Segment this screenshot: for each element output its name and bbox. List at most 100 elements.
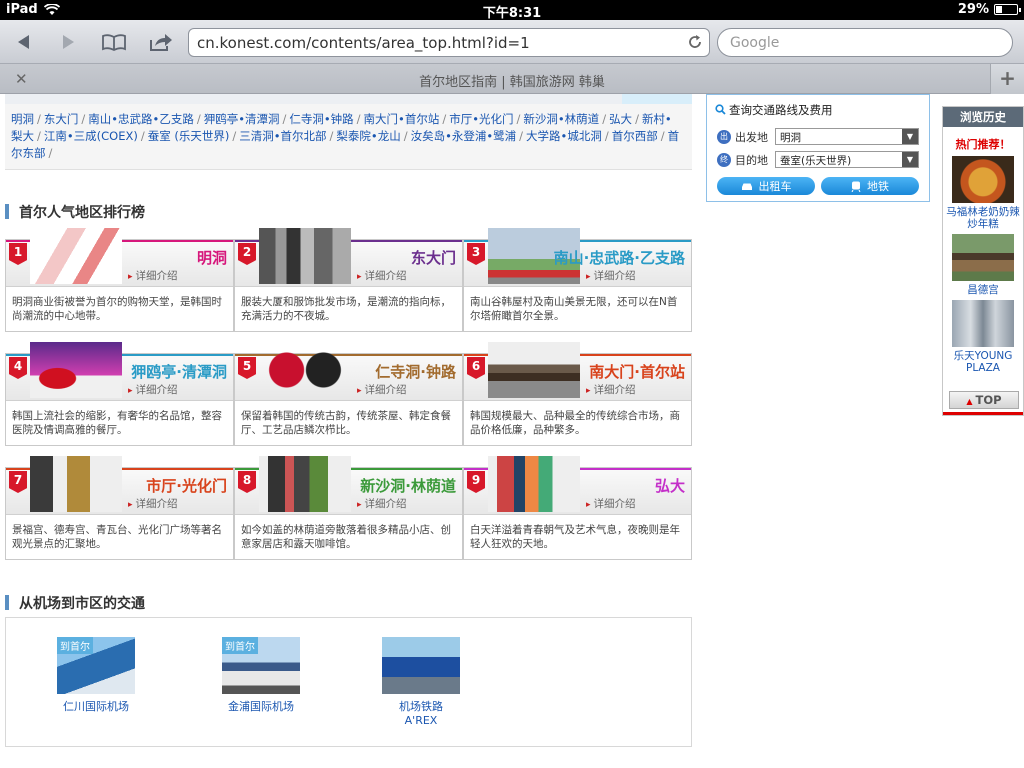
district-link[interactable]: 首尔西部	[612, 129, 658, 143]
district-description: 明洞商业街被誉为首尔的购物天堂，是韩国时尚潮流的中心地带。	[12, 296, 222, 322]
ranking-card[interactable]: 8新沙洞·林荫道详细介绍如今如盖的林荫道旁散落着很多精品小店、创意家居店和露天咖…	[234, 456, 463, 560]
district-link[interactable]: 南山•忠武路•乙支路	[88, 112, 194, 126]
transport-item[interactable]: 机场铁路 A'REX	[351, 637, 491, 728]
url-text: cn.konest.com/contents/area_top.html?id=…	[197, 34, 530, 52]
district-name[interactable]: 狎鸥亭·清潭洞	[131, 361, 227, 382]
back-arrow-icon	[18, 35, 29, 49]
detail-link[interactable]: 详细介绍	[586, 496, 636, 511]
detail-link[interactable]: 详细介绍	[128, 496, 178, 511]
tab-title[interactable]: 首尔地区指南 | 韩国旅游网 韩巢	[0, 71, 1024, 90]
district-name[interactable]: 市厅·光化门	[146, 475, 227, 496]
district-photo[interactable]	[488, 342, 580, 398]
origin-select[interactable]: 明洞 ▼	[775, 128, 919, 145]
detail-link[interactable]: 详细介绍	[357, 382, 407, 397]
destination-icon: 终	[717, 153, 731, 167]
district-photo[interactable]	[30, 228, 122, 284]
history-item[interactable]: 乐天YOUNG PLAZA	[943, 300, 1023, 374]
district-name[interactable]: 东大门	[411, 247, 456, 268]
district-link[interactable]: 新沙洞•林荫道	[523, 112, 599, 126]
district-link[interactable]: 梨泰院•龙山	[336, 129, 400, 143]
search-field[interactable]: Google	[717, 28, 1013, 57]
district-link[interactable]: 弘大	[609, 112, 632, 126]
district-description: 韩国规模最大、品种最全的传统综合市场，商品价格低廉，品种繁多。	[470, 410, 680, 436]
train-icon	[851, 181, 861, 192]
district-photo[interactable]	[488, 456, 580, 512]
history-item[interactable]: 马福林老奶奶辣炒年糕	[943, 156, 1023, 230]
tteokbokki-thumbnail[interactable]	[952, 156, 1014, 203]
ranking-card[interactable]: 1明洞详细介绍明洞商业街被誉为首尔的购物天堂，是韩国时尚潮流的中心地带。	[5, 228, 234, 332]
building-thumbnail[interactable]	[952, 300, 1014, 347]
transport-photo[interactable]: 到首尔	[222, 637, 300, 694]
share-icon	[150, 34, 172, 51]
status-bar: iPad 下午8:31 29%	[0, 0, 1024, 21]
ranking-card[interactable]: 6南大门·首尔站详细介绍韩国规模最大、品种最全的传统综合市场，商品价格低廉，品种…	[463, 342, 692, 446]
destination-select[interactable]: 蚕室(乐天世界) ▼	[775, 151, 919, 168]
district-link[interactable]: 三清洞•首尔北部	[239, 129, 326, 143]
district-link[interactable]: 东大门	[44, 112, 79, 126]
transport-item[interactable]: 到首尔金浦国际机场	[191, 637, 331, 714]
district-link[interactable]: 汝矣岛•永登浦•鹭浦	[411, 129, 517, 143]
detail-link[interactable]: 详细介绍	[586, 268, 636, 283]
district-link[interactable]: 江南•三成(COEX)	[44, 129, 138, 143]
detail-link[interactable]: 详细介绍	[128, 382, 178, 397]
dropdown-arrow-icon: ▼	[902, 129, 918, 144]
district-name[interactable]: 仁寺洞·钟路	[375, 361, 456, 382]
district-description: 服装大厦和服饰批发市场，是潮流的指向标，充满活力的不夜城。	[241, 296, 451, 322]
share-button[interactable]	[145, 28, 177, 56]
palace-thumbnail[interactable]	[952, 234, 1014, 281]
detail-link[interactable]: 详细介绍	[357, 268, 407, 283]
detail-link[interactable]: 详细介绍	[586, 382, 636, 397]
browsing-history-panel: 浏览历史 热门推荐！ 马福林老奶奶辣炒年糕 昌德宫 乐天YOUNG PLAZA …	[942, 106, 1024, 416]
to-seoul-tag: 到首尔	[222, 637, 258, 654]
search-placeholder: Google	[730, 35, 780, 51]
ranking-card[interactable]: 2东大门详细介绍服装大厦和服饰批发市场，是潮流的指向标，充满活力的不夜城。	[234, 228, 463, 332]
ranking-card[interactable]: 4狎鸥亭·清潭洞详细介绍韩国上流社会的缩影，有奢华的名品馆，整容医院及情调高雅的…	[5, 342, 234, 446]
transport-photo[interactable]	[382, 637, 460, 694]
district-links: 明洞 / 东大门 / 南山•忠武路•乙支路 / 狎鸥亭•清潭洞 / 仁寺洞•钟路 / 南大门•首尔站…	[11, 112, 680, 160]
history-title: 浏览历史	[943, 107, 1023, 127]
new-tab-button[interactable]: +	[990, 64, 1024, 94]
district-name[interactable]: 新沙洞·林荫道	[360, 475, 456, 496]
tab-bar: ✕ 首尔地区指南 | 韩国旅游网 韩巢 +	[0, 64, 1024, 94]
taxi-button[interactable]: 出租车	[717, 177, 815, 195]
destination-label: 目的地	[735, 154, 768, 167]
district-link[interactable]: 仁寺洞•钟路	[289, 112, 353, 126]
district-photo[interactable]	[259, 456, 351, 512]
district-link[interactable]: 南大门•首尔站	[364, 112, 440, 126]
district-link[interactable]: 大学路•城北洞	[526, 129, 602, 143]
magnifier-icon	[715, 104, 726, 115]
district-link[interactable]: 狎鸥亭•清潭洞	[204, 112, 280, 126]
district-name[interactable]: 南山·忠武路·乙支路	[554, 247, 685, 268]
ranking-card[interactable]: 9弘大详细介绍白天洋溢着青春朝气及艺术气息，夜晚则是年轻人狂欢的天地。	[463, 456, 692, 560]
transport-item[interactable]: 到首尔仁川国际机场	[26, 637, 166, 714]
ranking-card[interactable]: 7市厅·光化门详细介绍景福宫、德寿宫、青瓦台、光化门广场等著名观光景点的汇聚地。	[5, 456, 234, 560]
district-link[interactable]: 市厅•光化门	[449, 112, 513, 126]
transport-label[interactable]: 金浦国际机场	[191, 700, 331, 714]
detail-link[interactable]: 详细介绍	[357, 496, 407, 511]
reload-icon[interactable]	[687, 34, 703, 54]
district-name[interactable]: 弘大	[655, 475, 685, 496]
back-to-top-button[interactable]: TOP	[949, 391, 1019, 409]
ranking-card[interactable]: 3南山·忠武路·乙支路详细介绍南山谷韩屋村及南山美景无限，还可以在N首尔塔俯瞰首…	[463, 228, 692, 332]
to-seoul-tag: 到首尔	[57, 637, 93, 654]
district-photo[interactable]	[259, 228, 351, 284]
transport-photo[interactable]: 到首尔	[57, 637, 135, 694]
district-description: 如今如盖的林荫道旁散落着很多精品小店、创意家居店和露天咖啡馆。	[241, 524, 451, 550]
district-photo[interactable]	[259, 342, 351, 398]
district-photo[interactable]	[30, 342, 122, 398]
transport-label[interactable]: 仁川国际机场	[26, 700, 166, 714]
district-link[interactable]: 蚕室 (乐天世界)	[148, 129, 230, 143]
transport-label[interactable]: 机场铁路 A'REX	[351, 700, 491, 728]
district-name[interactable]: 南大门·首尔站	[589, 361, 685, 382]
district-link[interactable]: 明洞	[11, 112, 34, 126]
forward-button[interactable]	[52, 28, 84, 56]
detail-link[interactable]: 详细介绍	[128, 268, 178, 283]
back-button[interactable]	[8, 28, 40, 56]
history-item[interactable]: 昌德宫	[943, 234, 1023, 296]
district-photo[interactable]	[30, 456, 122, 512]
address-bar[interactable]: cn.konest.com/contents/area_top.html?id=…	[188, 28, 710, 57]
subway-button[interactable]: 地铁	[821, 177, 919, 195]
bookmarks-button[interactable]	[98, 28, 130, 56]
ranking-card[interactable]: 5仁寺洞·钟路详细介绍保留着韩国的传统古韵，传统茶屋、韩定食餐厅、工艺品店鳞次栉…	[234, 342, 463, 446]
district-name[interactable]: 明洞	[197, 247, 227, 268]
